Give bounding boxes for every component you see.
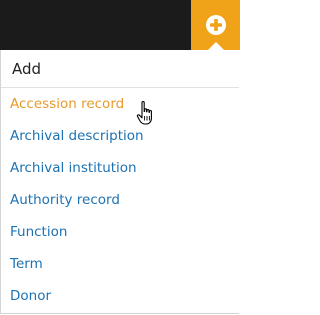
menu-list: Accession record Archival description Ar… <box>1 88 239 313</box>
menu-item-accession-record[interactable]: Accession record <box>1 89 239 121</box>
menu-item-function[interactable]: Function <box>1 217 239 249</box>
add-dropdown-menu: Add Accession record Archival descriptio… <box>0 50 239 314</box>
menu-item-archival-institution[interactable]: Archival institution <box>1 153 239 185</box>
plus-circle-icon <box>205 15 226 35</box>
menu-item-donor[interactable]: Donor <box>1 281 239 313</box>
menu-item-authority-record[interactable]: Authority record <box>1 185 239 217</box>
menu-header: Add <box>1 50 239 88</box>
menu-item-archival-description[interactable]: Archival description <box>1 121 239 153</box>
top-navigation-bar <box>0 0 240 50</box>
menu-item-term[interactable]: Term <box>1 249 239 281</box>
dropdown-caret <box>208 42 224 50</box>
